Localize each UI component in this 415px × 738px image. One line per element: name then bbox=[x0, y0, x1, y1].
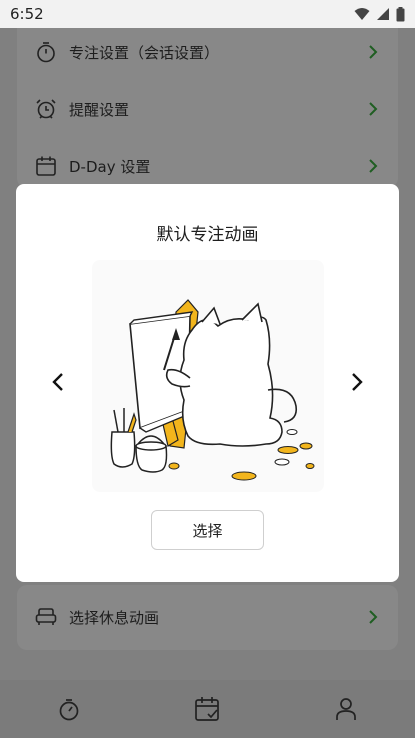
setting-label-focus: 专注设置（会话设置） bbox=[69, 43, 220, 62]
select-button[interactable]: 选择 bbox=[151, 510, 264, 550]
wifi-icon bbox=[354, 8, 370, 20]
setting-label-dday: D-Day 设置 bbox=[69, 157, 151, 176]
nav-calendar[interactable] bbox=[187, 689, 227, 729]
animation-picker-dialog: 默认专注动画 选择 bbox=[16, 184, 399, 582]
settings-card-rest: 选择休息动画 bbox=[17, 585, 398, 650]
status-time: 6:52 bbox=[10, 5, 44, 23]
signal-icon bbox=[377, 8, 389, 20]
chevron-right-icon bbox=[369, 102, 378, 116]
previous-animation-button[interactable] bbox=[46, 370, 70, 394]
setting-row-rest-animation[interactable]: 选择休息动画 bbox=[17, 589, 398, 645]
chevron-right-icon bbox=[369, 159, 378, 173]
dialog-title: 默认专注动画 bbox=[156, 225, 259, 245]
status-icons bbox=[354, 6, 405, 22]
timer-icon bbox=[59, 699, 79, 721]
setting-label-rest-animation: 选择休息动画 bbox=[69, 608, 160, 627]
calendar-icon bbox=[35, 155, 57, 177]
calendar-check-icon bbox=[195, 697, 220, 721]
timer-icon bbox=[35, 41, 57, 63]
nav-timer[interactable] bbox=[49, 689, 89, 729]
sofa-icon bbox=[35, 606, 57, 628]
animation-preview bbox=[92, 260, 324, 492]
nav-profile[interactable] bbox=[326, 689, 366, 729]
setting-row-focus[interactable]: 专注设置（会话设置） bbox=[17, 24, 398, 80]
alarm-clock-icon bbox=[35, 98, 57, 120]
settings-card: 专注设置（会话设置） 提醒设置 D-Day 设置 bbox=[17, 28, 398, 188]
chevron-right-icon bbox=[369, 45, 378, 59]
chevron-right-icon bbox=[352, 373, 363, 391]
chevron-right-icon bbox=[369, 610, 378, 624]
setting-row-reminder[interactable]: 提醒设置 bbox=[17, 81, 398, 137]
setting-label-reminder: 提醒设置 bbox=[69, 100, 130, 119]
cat-painting-illustration bbox=[110, 299, 315, 481]
battery-icon bbox=[396, 6, 405, 21]
chevron-left-icon bbox=[52, 373, 63, 391]
bottom-nav bbox=[0, 680, 415, 738]
next-animation-button[interactable] bbox=[345, 370, 369, 394]
person-icon bbox=[335, 698, 356, 720]
